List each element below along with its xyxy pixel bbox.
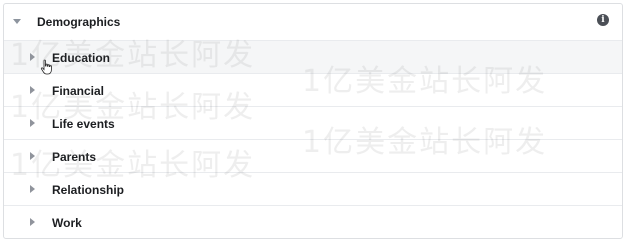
chevron-right-icon[interactable] [30, 218, 35, 226]
chevron-right-icon[interactable] [30, 86, 35, 94]
list-item-label: Parents [52, 150, 97, 164]
list-item-label: Financial [52, 84, 105, 98]
list-item-label: Life events [52, 117, 115, 131]
list-item-work[interactable]: Work [4, 205, 622, 238]
demographics-panel: Demographics i Education Financial Life … [3, 3, 623, 239]
list-item-relationship[interactable]: Relationship [4, 172, 622, 205]
chevron-right-icon[interactable] [30, 53, 35, 61]
chevron-down-icon[interactable] [13, 19, 21, 24]
list-item-education[interactable]: Education [4, 40, 622, 73]
list-item-label: Education [52, 51, 111, 65]
list-item-parents[interactable]: Parents [4, 139, 622, 172]
list-item-label: Relationship [52, 183, 125, 197]
list-item-financial[interactable]: Financial [4, 73, 622, 106]
category-list: Education Financial Life events Parents … [4, 40, 622, 238]
chevron-right-icon[interactable] [30, 152, 35, 160]
list-item-life-events[interactable]: Life events [4, 106, 622, 139]
list-item-label: Work [52, 216, 82, 230]
hand-cursor-icon [40, 59, 52, 75]
panel-title: Demographics [37, 15, 121, 29]
chevron-right-icon[interactable] [30, 185, 35, 193]
info-icon[interactable]: i [597, 14, 609, 26]
panel-header[interactable]: Demographics i [4, 4, 622, 40]
chevron-right-icon[interactable] [30, 119, 35, 127]
